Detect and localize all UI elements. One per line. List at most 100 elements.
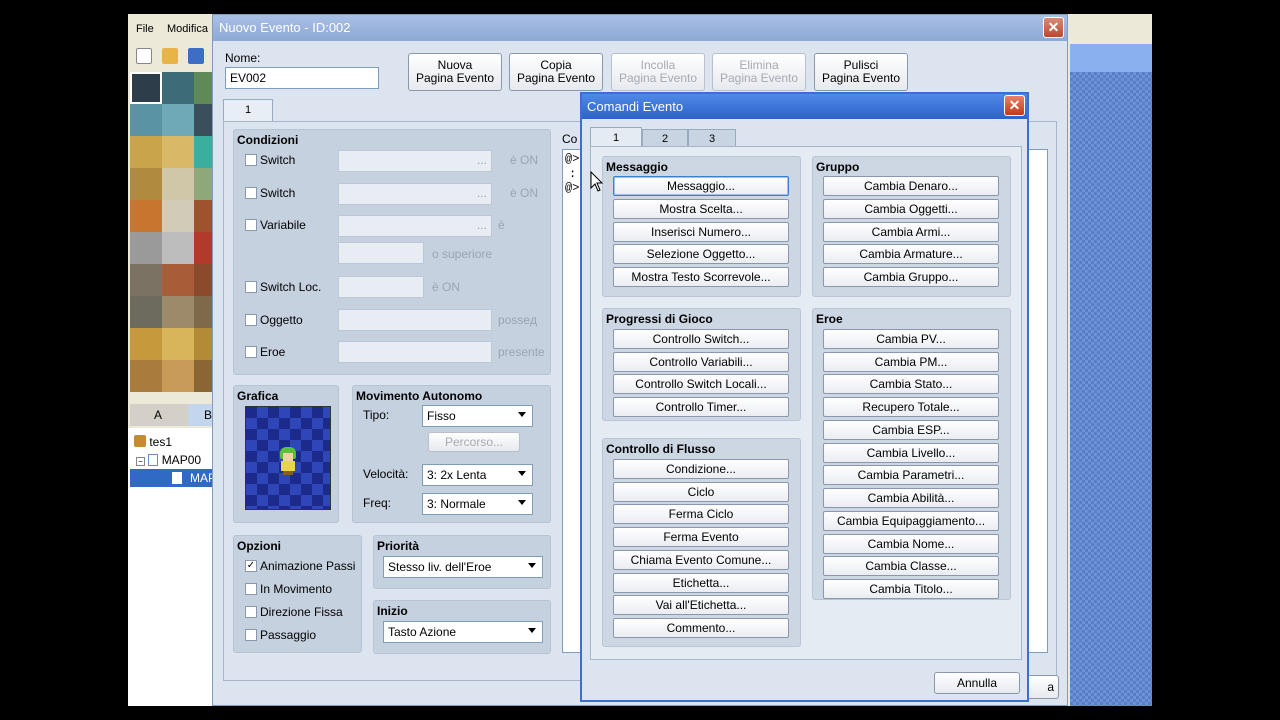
- menu-file[interactable]: File: [136, 23, 154, 35]
- hero-select[interactable]: [338, 341, 492, 363]
- route-button[interactable]: Percorso...: [428, 432, 520, 452]
- jump-to-label-button[interactable]: Vai all'Etichetta...: [613, 595, 789, 615]
- moving-checkbox[interactable]: [245, 583, 257, 595]
- tile[interactable]: [130, 296, 162, 328]
- event-name-field[interactable]: EV002: [225, 67, 379, 89]
- tile[interactable]: [194, 296, 212, 328]
- open-folder-icon[interactable]: [162, 48, 178, 64]
- command-line[interactable]: @>: [565, 181, 579, 195]
- loop-button[interactable]: Ciclo: [613, 482, 789, 502]
- walk-anim-checkbox[interactable]: ✓: [245, 560, 257, 572]
- item-select[interactable]: [338, 309, 492, 331]
- change-equipment-button[interactable]: Cambia Equipaggiamento...: [823, 511, 999, 531]
- select-item-button[interactable]: Selezione Oggetto...: [613, 244, 789, 264]
- passage-checkbox[interactable]: [245, 629, 257, 641]
- speed-select[interactable]: 3: 2x Lenta: [422, 464, 533, 486]
- tile[interactable]: [162, 104, 194, 136]
- cancel-button[interactable]: Annulla: [934, 672, 1020, 694]
- tab-a[interactable]: A: [154, 408, 162, 422]
- tile[interactable]: [130, 168, 162, 200]
- switch2-checkbox[interactable]: [245, 187, 257, 199]
- show-choice-button[interactable]: Mostra Scelta...: [613, 199, 789, 219]
- hero-checkbox[interactable]: [245, 346, 257, 358]
- graphic-preview[interactable]: [245, 406, 331, 510]
- change-weapons-button[interactable]: Cambia Armi...: [823, 222, 999, 242]
- copy-page-button[interactable]: Copia Pagina Evento: [509, 53, 603, 91]
- variable-field[interactable]: ...: [338, 215, 492, 237]
- tile[interactable]: [130, 328, 162, 360]
- new-page-button[interactable]: Nuova Pagina Evento: [408, 53, 502, 91]
- command-line[interactable]: @>: [565, 152, 579, 166]
- tile[interactable]: [194, 168, 212, 200]
- commands-tab-3[interactable]: 3: [688, 129, 736, 147]
- tile[interactable]: [194, 264, 212, 296]
- tile[interactable]: [130, 264, 162, 296]
- tab-b[interactable]: B: [188, 404, 212, 426]
- new-file-icon[interactable]: [136, 48, 152, 64]
- call-common-event-button[interactable]: Chiama Evento Comune...: [613, 550, 789, 570]
- local-switch-select[interactable]: [338, 276, 424, 298]
- change-gold-button[interactable]: Cambia Denaro...: [823, 176, 999, 196]
- tile[interactable]: [162, 328, 194, 360]
- tile[interactable]: [194, 136, 212, 168]
- change-parameters-button[interactable]: Cambia Parametri...: [823, 465, 999, 485]
- commands-tab-2[interactable]: 2: [642, 129, 688, 147]
- change-armor-button[interactable]: Cambia Armature...: [823, 244, 999, 264]
- break-loop-button[interactable]: Ferma Ciclo: [613, 504, 789, 524]
- tree-item-selected[interactable]: MAP: [130, 469, 216, 487]
- label-button[interactable]: Etichetta...: [613, 573, 789, 593]
- change-exp-button[interactable]: Cambia ESP...: [823, 420, 999, 440]
- conditional-branch-button[interactable]: Condizione...: [613, 459, 789, 479]
- switch1-field[interactable]: ...: [338, 150, 492, 172]
- movement-type-select[interactable]: Fisso: [422, 405, 533, 427]
- tileset-palette[interactable]: [130, 72, 212, 408]
- page-tab-1[interactable]: 1: [223, 99, 273, 121]
- change-party-button[interactable]: Cambia Gruppo...: [823, 267, 999, 287]
- paste-page-button[interactable]: Incolla Pagina Evento: [611, 53, 705, 91]
- change-items-button[interactable]: Cambia Oggetti...: [823, 199, 999, 219]
- command-line[interactable]: :: [569, 167, 576, 181]
- map-canvas[interactable]: [1070, 72, 1152, 706]
- tree-item-project[interactable]: tes1: [134, 433, 172, 451]
- freq-select[interactable]: 3: Normale: [422, 493, 533, 515]
- tile[interactable]: [162, 72, 194, 104]
- priority-select[interactable]: Stesso liv. dell'Eroe: [383, 556, 543, 578]
- item-checkbox[interactable]: [245, 314, 257, 326]
- change-state-button[interactable]: Cambia Stato...: [823, 374, 999, 394]
- close-icon[interactable]: ✕: [1004, 95, 1025, 116]
- clear-page-button[interactable]: Pulisci Pagina Evento: [814, 53, 908, 91]
- tree-item-map[interactable]: − MAP00: [136, 451, 201, 469]
- menu-modifica[interactable]: Modifica: [167, 23, 208, 35]
- tile[interactable]: [162, 232, 194, 264]
- close-icon[interactable]: ✕: [1043, 17, 1064, 38]
- tile[interactable]: [194, 232, 212, 264]
- variable-checkbox[interactable]: [245, 219, 257, 231]
- tile[interactable]: [130, 72, 162, 104]
- comment-button[interactable]: Commento...: [613, 618, 789, 638]
- tile[interactable]: [130, 360, 162, 392]
- change-name-button[interactable]: Cambia Nome...: [823, 534, 999, 554]
- control-timer-button[interactable]: Controllo Timer...: [613, 397, 789, 417]
- tile[interactable]: [194, 72, 212, 104]
- tile[interactable]: [194, 328, 212, 360]
- change-mp-button[interactable]: Cambia PM...: [823, 352, 999, 372]
- switch1-checkbox[interactable]: [245, 154, 257, 166]
- control-switches-button[interactable]: Controllo Switch...: [613, 329, 789, 349]
- exit-event-button[interactable]: Ferma Evento: [613, 527, 789, 547]
- tile[interactable]: [162, 168, 194, 200]
- tile[interactable]: [162, 360, 194, 392]
- local-switch-checkbox[interactable]: [245, 281, 257, 293]
- tile[interactable]: [194, 104, 212, 136]
- tile[interactable]: [130, 104, 162, 136]
- change-skills-button[interactable]: Cambia Abilità...: [823, 488, 999, 508]
- tile[interactable]: [194, 200, 212, 232]
- switch2-field[interactable]: ...: [338, 183, 492, 205]
- save-icon[interactable]: [188, 48, 204, 64]
- message-button[interactable]: Messaggio...: [613, 176, 789, 196]
- change-title-button[interactable]: Cambia Titolo...: [823, 579, 999, 599]
- control-self-switches-button[interactable]: Controllo Switch Locali...: [613, 374, 789, 394]
- tile[interactable]: [130, 136, 162, 168]
- tile[interactable]: [194, 360, 212, 392]
- tile[interactable]: [130, 200, 162, 232]
- change-level-button[interactable]: Cambia Livello...: [823, 443, 999, 463]
